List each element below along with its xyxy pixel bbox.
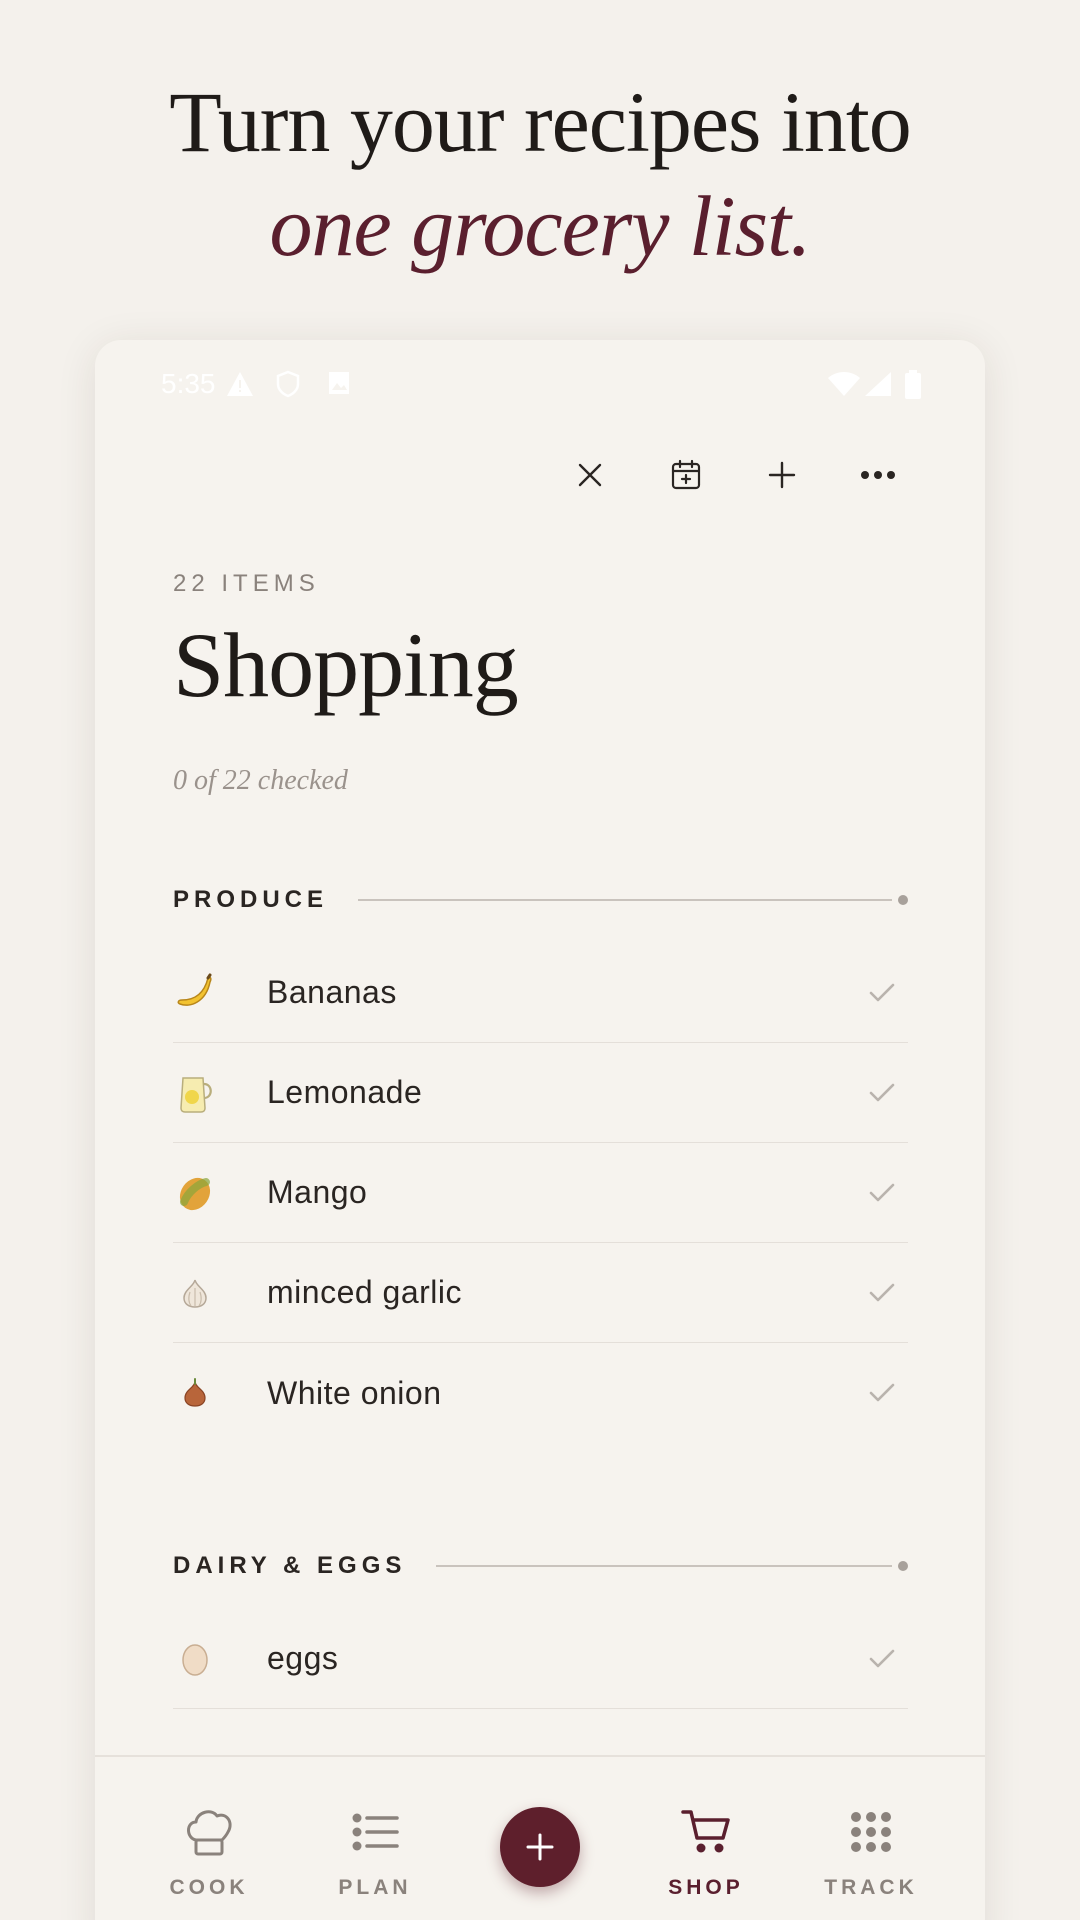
- item-name: Bananas: [267, 974, 397, 1010]
- section-label: PRODUCE: [173, 886, 329, 913]
- calendar-add-icon: [671, 459, 701, 490]
- headline: Turn your recipes into one grocery list.: [0, 70, 1080, 278]
- section-dot: [898, 1561, 908, 1571]
- headline-line-2: one grocery list.: [269, 178, 811, 274]
- list-item[interactable]: Lemonade: [173, 1043, 908, 1143]
- item-name: Lemonade: [267, 1074, 423, 1110]
- list-item[interactable]: Mango: [173, 1143, 908, 1243]
- check-icon[interactable]: [862, 1173, 902, 1213]
- bottom-navigation: COOK PLAN SHOP TRACK: [95, 1755, 985, 1920]
- close-button[interactable]: [563, 448, 617, 502]
- page-title: Shopping: [173, 614, 519, 716]
- section-divider: [436, 1565, 892, 1567]
- lemonade-pitcher-icon: [173, 1071, 217, 1115]
- signal-icon: [863, 370, 893, 405]
- check-icon[interactable]: [862, 1373, 902, 1413]
- nav-label: PLAN: [338, 1876, 412, 1899]
- checked-progress: 0 of 22 checked: [173, 765, 348, 796]
- grid-dots-icon: [801, 1802, 941, 1862]
- cart-icon: [636, 1802, 776, 1862]
- item-count: 22 ITEMS: [173, 570, 320, 597]
- check-icon[interactable]: [862, 1073, 902, 1113]
- section-header-produce: PRODUCE: [173, 885, 908, 915]
- status-bar: 5:35: [95, 340, 985, 430]
- list-item[interactable]: eggs: [173, 1609, 908, 1709]
- check-icon[interactable]: [862, 1273, 902, 1313]
- section-header-dairy-eggs: DAIRY & EGGS: [173, 1551, 908, 1581]
- plus-icon: [526, 1833, 554, 1861]
- onion-icon: [173, 1371, 217, 1415]
- egg-icon: [173, 1637, 217, 1681]
- battery-icon: [903, 370, 923, 407]
- list-item[interactable]: White onion: [173, 1343, 908, 1443]
- section-divider: [358, 899, 892, 901]
- add-item-button[interactable]: [755, 448, 809, 502]
- wifi-icon: [827, 370, 861, 405]
- phone-screen: 5:35 22 ITEMS Shopping 0 of 22 checked P…: [95, 340, 985, 1920]
- mango-icon: [173, 1171, 217, 1215]
- check-icon[interactable]: [862, 973, 902, 1013]
- list-toolbar: [563, 440, 905, 510]
- add-to-plan-button[interactable]: [659, 448, 713, 502]
- plus-icon: [768, 461, 796, 489]
- section-dot: [898, 895, 908, 905]
- close-icon: [578, 463, 602, 487]
- nav-label: COOK: [169, 1876, 249, 1899]
- shield-icon: [275, 370, 301, 405]
- nav-item-plan[interactable]: PLAN: [305, 1802, 445, 1900]
- list-item[interactable]: Bananas: [173, 943, 908, 1043]
- status-time: 5:35: [161, 368, 216, 399]
- item-name: Mango: [267, 1174, 368, 1210]
- list-icon: [305, 1802, 445, 1862]
- add-fab-button[interactable]: [500, 1807, 580, 1887]
- chef-hat-icon: [139, 1802, 279, 1862]
- headline-line-1: Turn your recipes into: [169, 74, 912, 170]
- warning-icon: [225, 370, 255, 405]
- item-name: minced garlic: [267, 1274, 463, 1310]
- banana-icon: [173, 971, 217, 1015]
- list-item[interactable]: minced garlic: [173, 1243, 908, 1343]
- item-name: eggs: [267, 1640, 339, 1676]
- item-name: White onion: [267, 1374, 442, 1411]
- nav-label: SHOP: [668, 1876, 744, 1899]
- garlic-icon: [173, 1271, 217, 1315]
- section-label: DAIRY & EGGS: [173, 1552, 407, 1579]
- nav-item-track[interactable]: TRACK: [801, 1802, 941, 1900]
- nav-label: TRACK: [824, 1876, 918, 1899]
- more-options-button[interactable]: [851, 448, 905, 502]
- image-icon: [327, 370, 351, 403]
- nav-item-cook[interactable]: COOK: [139, 1802, 279, 1900]
- check-icon[interactable]: [862, 1639, 902, 1679]
- more-horizontal-icon: [861, 471, 895, 479]
- nav-item-shop[interactable]: SHOP: [636, 1802, 776, 1900]
